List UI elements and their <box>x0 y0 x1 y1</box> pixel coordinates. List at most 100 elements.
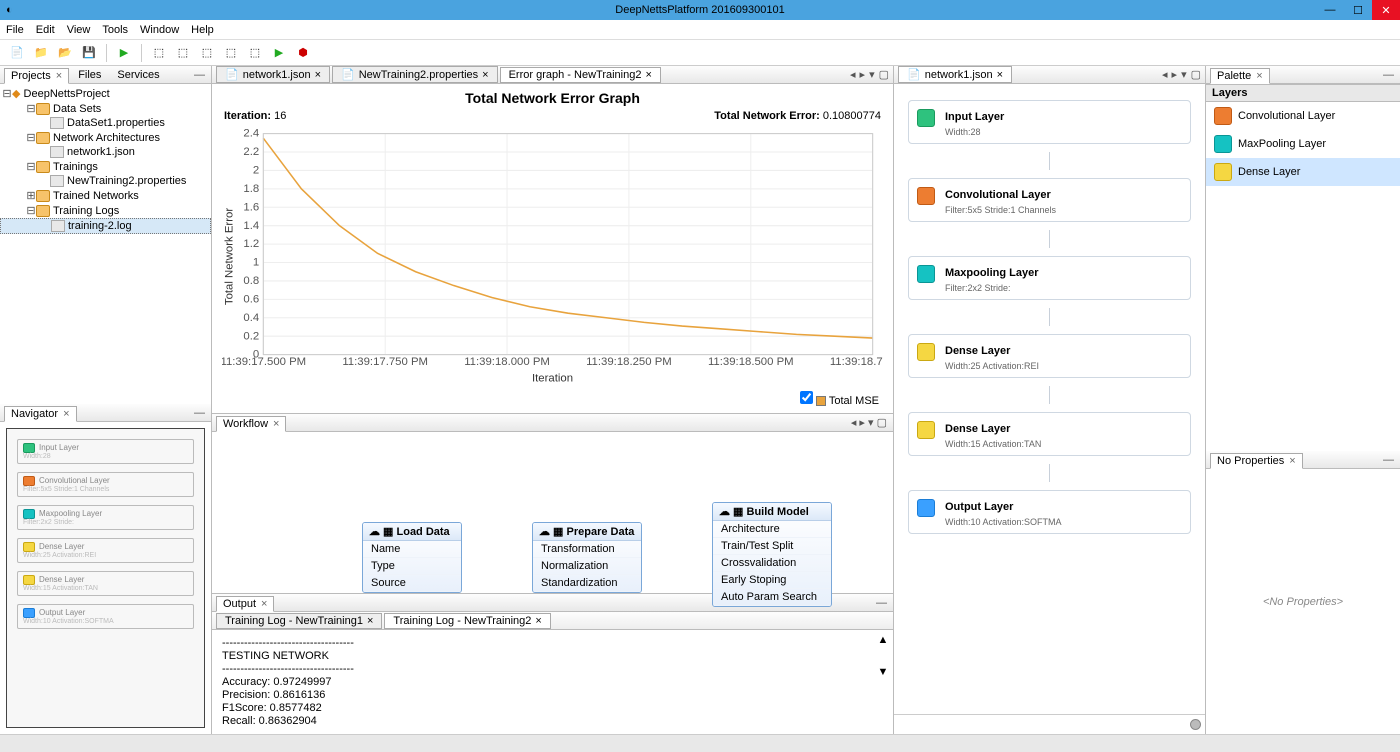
svg-text:11:39:18.250 PM: 11:39:18.250 PM <box>586 356 672 368</box>
tab-navigator[interactable]: Navigator× <box>4 406 77 422</box>
tree-item[interactable]: ⊞Trained Networks <box>0 188 211 203</box>
legend-checkbox[interactable] <box>800 391 813 404</box>
play-icon[interactable]: ▶ <box>270 44 288 62</box>
tab-prev-icon[interactable]: ◂ <box>851 417 857 429</box>
layer-card[interactable]: Dense LayerWidth:15 Activation:TAN <box>908 412 1191 456</box>
tab-next-icon[interactable]: ▸ <box>1172 68 1178 81</box>
svg-text:11:39:18.500 PM: 11:39:18.500 PM <box>708 356 794 368</box>
output-subtab-1[interactable]: Training Log - NewTraining1 × <box>216 613 382 629</box>
navigator-thumbnail[interactable]: Input LayerWidth:28Convolutional LayerFi… <box>6 428 205 728</box>
minimize-panel-icon[interactable]: — <box>874 597 889 609</box>
workflow-box[interactable]: ☁ ▦ Load DataNameTypeSource <box>362 522 462 593</box>
close-icon[interactable]: × <box>63 408 69 420</box>
output-subtab-2[interactable]: Training Log - NewTraining2 × <box>384 613 550 629</box>
save-all-icon[interactable]: 💾 <box>80 44 98 62</box>
stop-icon[interactable]: ⬢ <box>294 44 312 62</box>
tree-item[interactable]: ⊟Training Logs <box>0 203 211 218</box>
tree-item[interactable]: network1.json <box>0 145 211 159</box>
tool2-icon[interactable]: ⬚ <box>174 44 192 62</box>
tool4-icon[interactable]: ⬚ <box>222 44 240 62</box>
workflow-canvas[interactable]: ☁ ▦ Load DataNameTypeSource ☁ ▦ Prepare D… <box>212 432 893 593</box>
palette-item[interactable]: Dense Layer <box>1206 158 1400 186</box>
tree-item[interactable]: DataSet1.properties <box>0 116 211 130</box>
tab-dropdown-icon[interactable]: ▾ <box>868 417 874 429</box>
net-tab[interactable]: 📄 network1.json × <box>898 66 1012 83</box>
editor-tab-network[interactable]: 📄 network1.json × <box>216 66 330 83</box>
svg-text:1.8: 1.8 <box>243 183 259 195</box>
palette-group[interactable]: Layers <box>1206 84 1400 102</box>
minimize-button[interactable]: — <box>1316 0 1344 20</box>
tree-item[interactable]: training-2.log <box>0 218 211 234</box>
svg-text:11:39:18.000 PM: 11:39:18.000 PM <box>464 356 550 368</box>
maximize-editor-icon[interactable]: ▢ <box>879 68 889 81</box>
layer-card[interactable]: Output LayerWidth:10 Activation:SOFTMA <box>908 490 1191 534</box>
menu-help[interactable]: Help <box>191 24 214 36</box>
tab-palette[interactable]: Palette× <box>1210 68 1270 84</box>
minimize-panel-icon[interactable]: — <box>192 407 207 419</box>
tab-dropdown-icon[interactable]: ▾ <box>869 68 875 81</box>
svg-text:0.2: 0.2 <box>243 330 259 342</box>
tree-item[interactable]: ⊟Data Sets <box>0 101 211 116</box>
left-tabs: Projects× Files Services — <box>0 66 211 84</box>
chart-panel: Total Network Error Graph Iteration: 16 … <box>212 84 893 414</box>
svg-text:11:39:17.750 PM: 11:39:17.750 PM <box>342 356 428 368</box>
layer-card[interactable]: Dense LayerWidth:25 Activation:REI <box>908 334 1191 378</box>
tab-prev-icon[interactable]: ◂ <box>1162 68 1168 81</box>
minimize-panel-icon[interactable]: — <box>192 69 207 81</box>
tab-next-icon[interactable]: ▸ <box>860 68 866 81</box>
layer-card[interactable]: Convolutional LayerFilter:5x5 Stride:1 C… <box>908 178 1191 222</box>
palette-item[interactable]: Convolutional Layer <box>1206 102 1400 130</box>
tab-next-icon[interactable]: ▸ <box>859 417 865 429</box>
svg-text:1.6: 1.6 <box>243 201 259 213</box>
network-canvas[interactable]: Input LayerWidth:28 Convolutional LayerFi… <box>894 84 1205 714</box>
tab-workflow[interactable]: Workflow× <box>216 416 286 432</box>
tab-files[interactable]: Files <box>71 67 108 83</box>
tab-services[interactable]: Services <box>110 67 166 83</box>
tree-item[interactable]: NewTraining2.properties <box>0 174 211 188</box>
svg-text:0.6: 0.6 <box>243 293 259 305</box>
close-icon[interactable]: × <box>56 70 62 82</box>
menu-view[interactable]: View <box>67 24 91 36</box>
open-icon[interactable]: 📂 <box>56 44 74 62</box>
tab-projects[interactable]: Projects× <box>4 68 69 84</box>
navigator-tabs: Navigator× — <box>0 404 211 422</box>
error-chart[interactable]: 00.20.40.60.811.21.41.61.822.22.411:39:1… <box>222 124 883 389</box>
tree-root[interactable]: ⊟◆ DeepNettsProject <box>0 86 211 101</box>
workflow-box[interactable]: ☁ ▦ Build ModelArchitectureTrain/Test Sp… <box>712 502 832 607</box>
tab-properties[interactable]: No Properties× <box>1210 453 1303 469</box>
layer-card[interactable]: Maxpooling LayerFilter:2x2 Stride: <box>908 256 1191 300</box>
editor-tab-training[interactable]: 📄 NewTraining2.properties × <box>332 66 498 83</box>
editor-tab-errorgraph[interactable]: Error graph - NewTraining2 × <box>500 67 661 83</box>
tool1-icon[interactable]: ⬚ <box>150 44 168 62</box>
title-bar: ◐ DeepNettsPlatform 201609300101 — ☐ ✕ <box>0 0 1400 20</box>
tool5-icon[interactable]: ⬚ <box>246 44 264 62</box>
scroll-up-icon[interactable]: ▲ <box>878 634 889 646</box>
workflow-box[interactable]: ☁ ▦ Prepare DataTransformationNormalizat… <box>532 522 642 593</box>
tab-output[interactable]: Output× <box>216 596 274 612</box>
tab-prev-icon[interactable]: ◂ <box>850 68 856 81</box>
run-icon[interactable]: ▶ <box>115 44 133 62</box>
chart-title: Total Network Error Graph <box>222 88 883 110</box>
scroll-down-icon[interactable]: ▼ <box>878 666 889 678</box>
tree-item[interactable]: ⊟Trainings <box>0 159 211 174</box>
close-button[interactable]: ✕ <box>1372 0 1400 20</box>
menu-file[interactable]: File <box>6 24 24 36</box>
tab-dropdown-icon[interactable]: ▾ <box>1181 68 1187 81</box>
output-console[interactable]: ------------------------------------ TES… <box>212 630 893 734</box>
menu-tools[interactable]: Tools <box>102 24 128 36</box>
layer-card[interactable]: Input LayerWidth:28 <box>908 100 1191 144</box>
minimize-panel-icon[interactable]: — <box>1381 454 1396 466</box>
palette-item[interactable]: MaxPooling Layer <box>1206 130 1400 158</box>
tool3-icon[interactable]: ⬚ <box>198 44 216 62</box>
minimize-panel-icon[interactable]: — <box>1381 69 1396 81</box>
menu-edit[interactable]: Edit <box>36 24 55 36</box>
status-bar <box>0 734 1400 752</box>
new-project-icon[interactable]: 📁 <box>32 44 50 62</box>
project-tree[interactable]: ⊟◆ DeepNettsProject ⊟Data SetsDataSet1.p… <box>0 84 211 404</box>
maximize-editor-icon[interactable]: ▢ <box>1191 68 1201 81</box>
maximize-icon[interactable]: ▢ <box>877 417 887 429</box>
new-file-icon[interactable]: 📄 <box>8 44 26 62</box>
maximize-button[interactable]: ☐ <box>1344 0 1372 20</box>
menu-window[interactable]: Window <box>140 24 179 36</box>
tree-item[interactable]: ⊟Network Architectures <box>0 130 211 145</box>
